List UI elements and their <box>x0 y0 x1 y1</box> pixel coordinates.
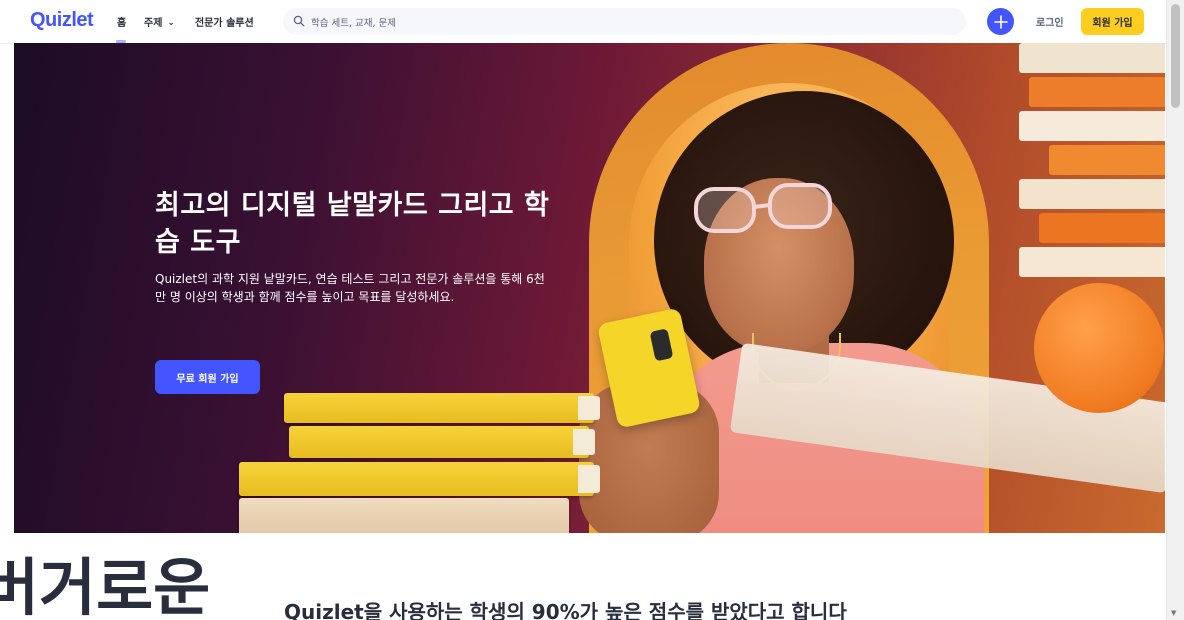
search-icon <box>293 15 305 27</box>
free-signup-button[interactable]: 무료 회원 가입 <box>155 360 260 394</box>
scrollbar-thumb[interactable] <box>1171 4 1180 108</box>
search-bar[interactable]: 학습 세트, 교재, 문제 <box>283 8 966 35</box>
stat-text: Quizlet을 사용하는 학생의 90%가 높은 점수를 받았다고 합니다 <box>284 600 847 620</box>
book-stack-left <box>239 388 639 533</box>
section-heading: 버거로운 <box>0 556 280 620</box>
search-input[interactable]: 학습 세트, 교재, 문제 <box>311 15 396 29</box>
chevron-down-icon: ⌄ <box>167 18 175 28</box>
quizlet-logo[interactable]: Quizlet <box>30 9 94 32</box>
nav-expert-solutions[interactable]: 전문가 솔루션 <box>195 14 254 29</box>
nav-home[interactable]: 홈 <box>117 14 126 29</box>
glasses <box>694 183 832 233</box>
top-navigation: Quizlet 홈 주제 ⌄ 전문가 솔루션 학습 세트, 교재, 문제 로그인 … <box>0 0 1166 44</box>
scroll-down-arrow-icon[interactable]: ▼ <box>1171 609 1176 617</box>
orange-ball <box>1034 283 1164 413</box>
hero-banner: 최고의 디지털 낱말카드 그리고 학습 도구 Quizlet의 과학 지원 낱말… <box>14 43 1165 533</box>
signup-button[interactable]: 회원 가입 <box>1081 8 1144 35</box>
hero-description: Quizlet의 과학 지원 낱말카드, 연습 테스트 그리고 전문가 솔루션을… <box>155 272 545 304</box>
plus-icon <box>993 14 1008 29</box>
login-link[interactable]: 로그인 <box>1036 14 1064 29</box>
section-heading-text: 버거로운 <box>0 556 211 620</box>
page-scrollbar[interactable]: ▼ <box>1166 0 1184 620</box>
hero-title: 최고의 디지털 낱말카드 그리고 학습 도구 <box>155 190 550 258</box>
nav-topics-label: 주제 <box>144 18 163 29</box>
nav-topics-dropdown[interactable]: 주제 ⌄ <box>144 14 175 29</box>
create-button[interactable] <box>987 8 1014 35</box>
